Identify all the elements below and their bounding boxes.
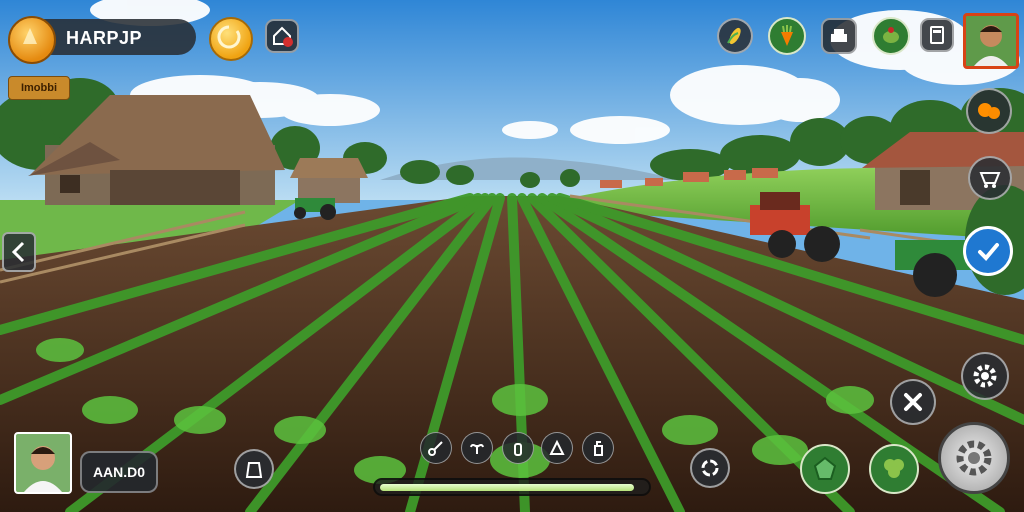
confirm-icon[interactable] [963,226,1013,276]
recycle-icon[interactable] [690,448,730,488]
growth-progress-bar [373,478,651,496]
house-alert-icon [273,26,293,47]
main-action-gear-icon[interactable] [938,422,1010,494]
fertilizer-icon[interactable] [541,432,573,464]
coin-icon[interactable] [209,17,253,61]
harvest-cart-icon[interactable] [968,156,1012,200]
back-arrow-icon[interactable] [2,232,36,272]
mode-tag[interactable]: Imobbi [8,76,70,100]
turtle-icon[interactable] [872,17,910,55]
bottle-icon[interactable] [502,432,534,464]
close-icon[interactable] [890,379,936,425]
corn-icon[interactable] [717,18,753,54]
growth-progress-fill [380,484,634,491]
shop-icon[interactable] [821,18,857,54]
fruit-basket-icon[interactable] [966,88,1012,134]
carrot-icon[interactable] [768,17,806,55]
notification-button[interactable] [265,19,299,53]
gem-icon[interactable] [800,444,850,494]
fertilizer-bag-icon[interactable] [234,449,274,489]
player-name: HARPJP [66,28,143,48]
seed-icon[interactable] [461,432,493,464]
calculator-icon[interactable] [920,18,954,52]
scissors-icon[interactable] [420,432,452,464]
spray-icon[interactable] [582,432,614,464]
level-medal-icon[interactable] [8,16,56,64]
player-avatar[interactable] [963,13,1019,69]
settings-gear-icon[interactable] [961,352,1009,400]
companion-label[interactable]: AAN.D0 [80,451,158,493]
clover-icon[interactable] [869,444,919,494]
companion-avatar[interactable] [14,432,72,494]
